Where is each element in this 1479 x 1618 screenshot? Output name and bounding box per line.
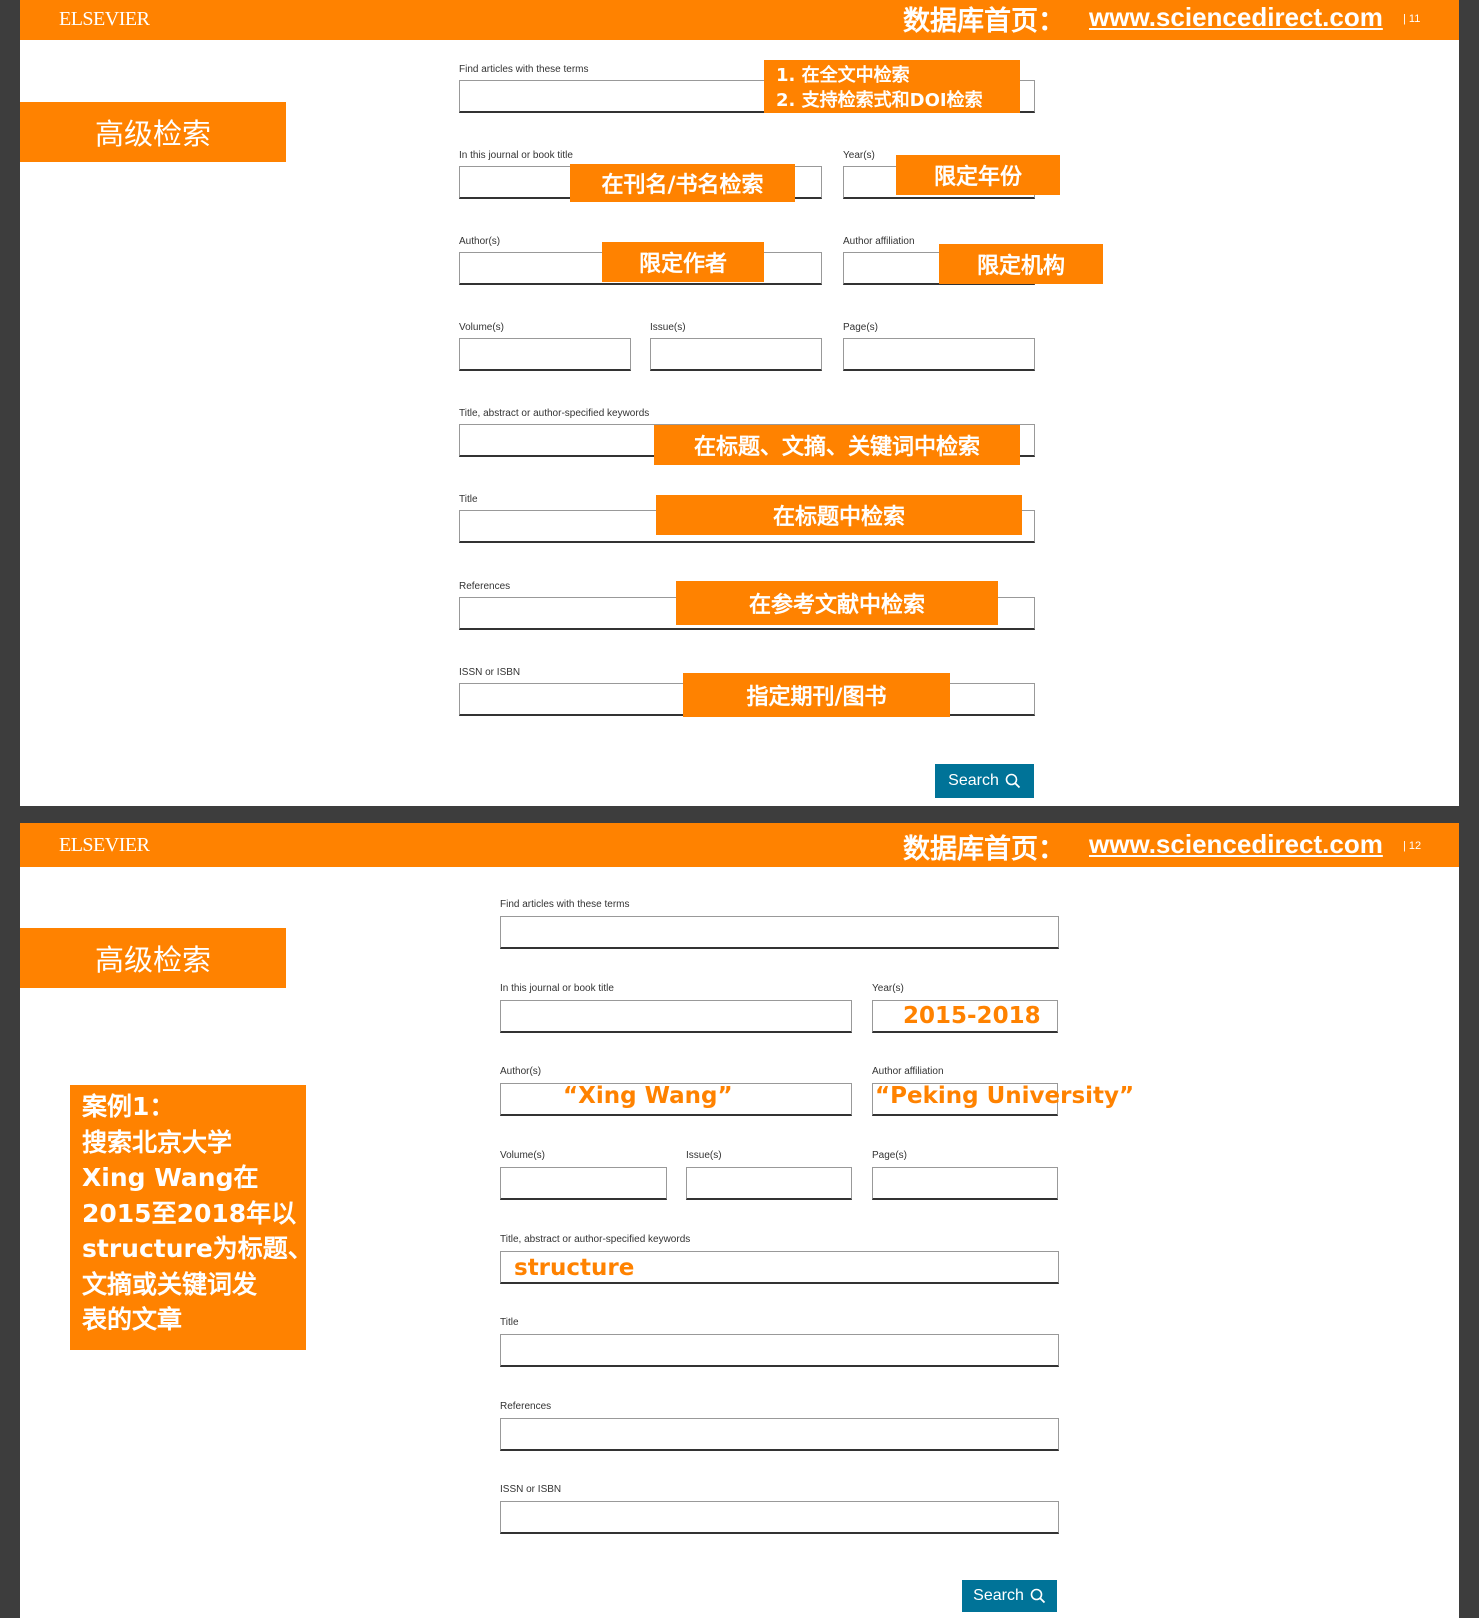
title-label: Title [500,1317,519,1328]
callout-issn-text: 指定期刊/图书 [746,685,887,710]
callout-terms-line-1: 1. 在全文中检索 [776,65,910,86]
case-line: structure为标题、 [82,1234,313,1263]
callout-keywords-text: 在标题、文摘、关键词中检索 [693,435,980,460]
callout-year: 限定年份 [896,155,1060,195]
pages-input[interactable] [843,338,1035,371]
case-line: 搜索北京大学 [82,1127,233,1157]
year-label: Year(s) [872,983,904,994]
callout-author: 限定作者 [602,242,764,282]
keywords-label: Title, abstract or author-specified keyw… [500,1234,691,1245]
authors-label: Author(s) [459,236,501,247]
affiliation-value: “Peking University” [875,1083,1135,1109]
page-number: | 12 [1403,840,1422,852]
volume-label: Volume(s) [500,1150,546,1161]
section-title: 高级检索 [94,117,211,151]
search-icon [1005,773,1021,789]
authors-label: Author(s) [500,1066,542,1077]
terms-label: Find articles with these terms [459,64,589,75]
pages-input[interactable] [872,1167,1058,1200]
year-value: 2015-2018 [903,1003,1041,1029]
slide-header: ELSEVIER 数据库首页： www.sciencedirect.com | … [20,0,1459,40]
search-icon [1030,1588,1046,1604]
search-button[interactable]: Search [935,764,1034,798]
references-input[interactable] [500,1418,1059,1451]
slide-header: ELSEVIER 数据库首页： www.sciencedirect.com | … [20,823,1459,867]
database-home-label: 数据库首页： [903,834,1065,865]
pages-label: Page(s) [843,322,879,333]
section-title-box: 高级检索 [20,928,286,988]
callout-affiliation-text: 限定机构 [976,254,1065,279]
slide-advanced-search-fields: ELSEVIER 数据库首页： www.sciencedirect.com | … [20,0,1459,806]
case-line: 案例1： [82,1092,175,1121]
case-line: 文摘或关键词发 [82,1269,258,1299]
author-value: “Xing Wang” [563,1083,733,1109]
callout-author-text: 限定作者 [638,252,727,277]
section-title: 高级检索 [94,943,211,977]
search-button-label: Search [948,772,999,789]
callout-title-text: 在标题中检索 [772,505,905,530]
terms-input[interactable] [500,916,1059,949]
issue-label: Issue(s) [686,1150,722,1161]
callout-year-text: 限定年份 [933,165,1022,190]
references-label: References [500,1401,552,1412]
callout-terms: 1. 在全文中检索 2. 支持检索式和DOI检索 [764,60,1020,113]
section-title-box: 高级检索 [20,102,286,162]
callout-issn: 指定期刊/图书 [683,673,950,717]
callout-keywords: 在标题、文摘、关键词中检索 [654,425,1020,465]
affiliation-label: Author affiliation [843,236,915,247]
page-number: | 11 [1403,13,1421,25]
search-button[interactable]: Search [962,1580,1057,1612]
issue-label: Issue(s) [650,322,686,333]
journal-label: In this journal or book title [459,150,573,161]
keywords-value: structure [514,1255,635,1281]
issue-input[interactable] [650,338,822,371]
title-input[interactable] [500,1334,1059,1367]
case-line: 2015至2018年以 [82,1198,297,1228]
sciencedirect-link[interactable]: www.sciencedirect.com [1089,2,1383,33]
volume-input[interactable] [500,1167,667,1200]
case-line: Xing Wang在 [82,1163,259,1192]
callout-references: 在参考文献中检索 [676,581,998,625]
volume-label: Volume(s) [459,322,505,333]
terms-label: Find articles with these terms [500,899,630,910]
callout-affiliation: 限定机构 [939,244,1103,284]
callout-journal: 在刊名/书名检索 [570,164,795,202]
affiliation-label: Author affiliation [872,1066,944,1077]
elsevier-logo: ELSEVIER [59,834,150,856]
keywords-label: Title, abstract or author-specified keyw… [459,408,650,419]
database-home-label: 数据库首页： [903,6,1065,37]
case-line: 表的文章 [82,1305,183,1334]
slide-search-example: ELSEVIER 数据库首页： www.sciencedirect.com | … [20,823,1459,1618]
references-label: References [459,581,511,592]
issn-label: ISSN or ISBN [500,1484,562,1495]
issn-input[interactable] [500,1501,1059,1534]
pages-label: Page(s) [872,1150,908,1161]
callout-journal-text: 在刊名/书名检索 [601,173,764,198]
sciencedirect-link[interactable]: www.sciencedirect.com [1089,829,1383,860]
search-button-label: Search [973,1587,1024,1604]
volume-input[interactable] [459,338,631,371]
issue-input[interactable] [686,1167,852,1200]
journal-label: In this journal or book title [500,983,614,994]
callout-title: 在标题中检索 [656,495,1022,535]
case-description-box: 案例1： 搜索北京大学 Xing Wang在 2015至2018年以 struc… [70,1085,313,1350]
title-label: Title [459,494,478,505]
journal-input[interactable] [500,1000,852,1033]
elsevier-logo: ELSEVIER [59,8,150,30]
callout-terms-line-2: 2. 支持检索式和DOI检索 [776,90,983,111]
callout-references-text: 在参考文献中检索 [748,593,925,618]
year-label: Year(s) [843,150,875,161]
issn-label: ISSN or ISBN [459,667,521,678]
